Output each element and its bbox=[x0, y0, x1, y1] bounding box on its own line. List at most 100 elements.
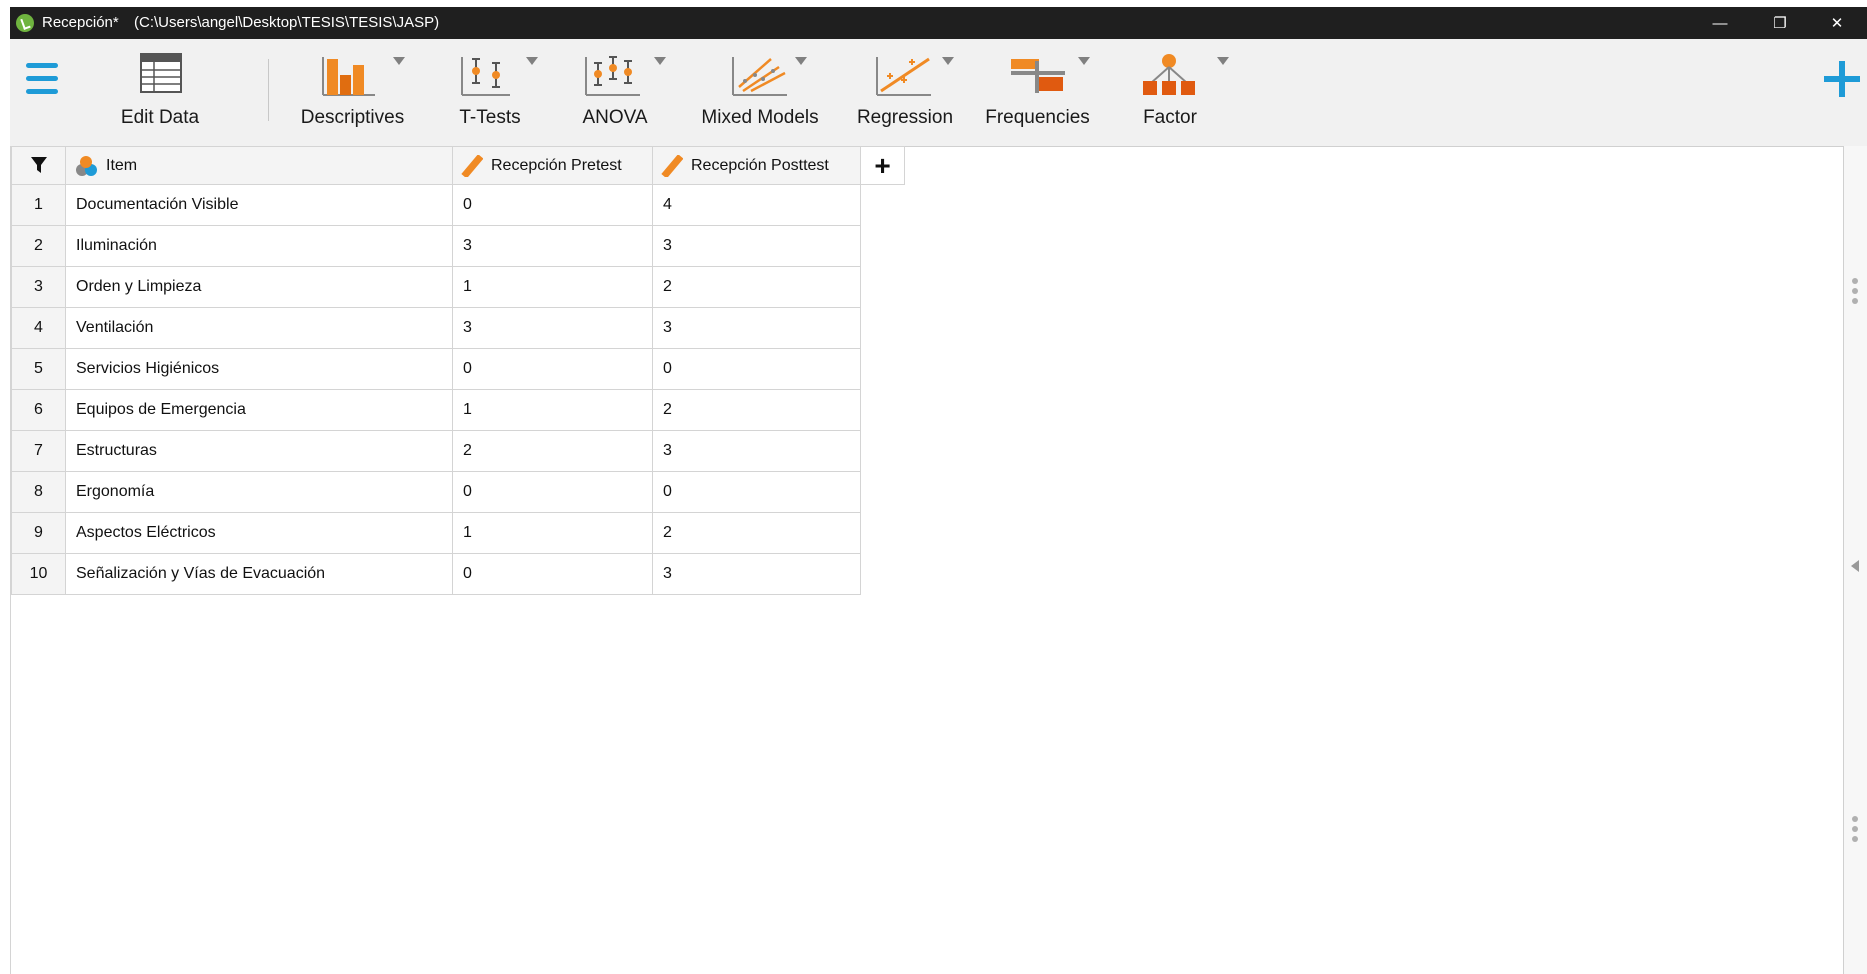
factor-label: Factor bbox=[1143, 107, 1197, 128]
row-number[interactable]: 4 bbox=[11, 307, 66, 349]
table-row: 2 Iluminación 3 3 bbox=[11, 225, 905, 267]
item-cell[interactable]: Iluminación bbox=[65, 225, 453, 267]
chevron-down-icon bbox=[1217, 57, 1229, 65]
posttest-cell[interactable]: 2 bbox=[652, 266, 861, 308]
pretest-cell[interactable]: 1 bbox=[452, 389, 653, 431]
anova-icon bbox=[585, 56, 640, 96]
window-file-path: (C:\Users\angel\Desktop\TESIS\TESIS\JASP… bbox=[134, 14, 440, 31]
regression-label: Regression bbox=[856, 107, 954, 128]
row-number[interactable]: 8 bbox=[11, 471, 66, 513]
column-header-label: Item bbox=[106, 156, 138, 174]
chevron-down-icon bbox=[654, 57, 666, 65]
add-column-button[interactable]: + bbox=[860, 146, 905, 185]
posttest-cell[interactable]: 2 bbox=[652, 512, 861, 554]
grid-header-row: Item Recepción Pretest Recepción Posttes… bbox=[11, 146, 905, 185]
column-header-label: Recepción Posttest bbox=[691, 156, 829, 174]
column-header-label: Recepción Pretest bbox=[491, 156, 622, 174]
frequencies-label: Frequencies bbox=[985, 107, 1090, 128]
row-number[interactable]: 6 bbox=[11, 389, 66, 431]
drag-handle-icon[interactable] bbox=[1852, 816, 1858, 846]
factor-button[interactable]: Factor bbox=[1125, 47, 1229, 139]
descriptives-button[interactable]: Descriptives bbox=[285, 47, 420, 139]
regression-button[interactable]: Regression bbox=[845, 47, 965, 139]
minimize-button[interactable]: — bbox=[1690, 7, 1750, 39]
scale-ruler-icon bbox=[661, 154, 683, 177]
item-cell[interactable]: Ventilación bbox=[65, 307, 453, 349]
restore-icon: ❐ bbox=[1773, 15, 1787, 32]
window-title: Recepción* bbox=[42, 14, 119, 31]
posttest-cell[interactable]: 2 bbox=[652, 389, 861, 431]
scale-ruler-icon bbox=[461, 154, 483, 177]
hamburger-menu-icon bbox=[26, 63, 58, 94]
drag-handle-icon[interactable] bbox=[1852, 278, 1858, 308]
filter-header-cell[interactable] bbox=[11, 146, 66, 185]
posttest-cell[interactable]: 3 bbox=[652, 307, 861, 349]
edit-data-button[interactable]: Edit Data bbox=[110, 47, 210, 139]
factor-icon bbox=[1143, 54, 1195, 95]
hamburger-menu-button[interactable] bbox=[26, 61, 58, 97]
frequencies-button[interactable]: Frequencies bbox=[975, 47, 1100, 139]
item-cell[interactable]: Estructuras bbox=[65, 430, 453, 472]
column-header-item[interactable]: Item bbox=[65, 146, 453, 185]
posttest-cell[interactable]: 3 bbox=[652, 553, 861, 595]
table-row: 9 Aspectos Eléctricos 1 2 bbox=[11, 512, 905, 554]
chevron-down-icon bbox=[1078, 57, 1090, 65]
pretest-cell[interactable]: 0 bbox=[452, 348, 653, 390]
pretest-cell[interactable]: 1 bbox=[452, 512, 653, 554]
grid-body: 1 Documentación Visible 0 4 2 Iluminación 3 3 3 O… bbox=[11, 184, 905, 595]
item-cell[interactable]: Señalización y Vías de Evacuación bbox=[65, 553, 453, 595]
row-number[interactable]: 10 bbox=[11, 553, 66, 595]
add-module-button[interactable] bbox=[1824, 61, 1860, 97]
pretest-cell[interactable]: 3 bbox=[452, 225, 653, 267]
row-number[interactable]: 3 bbox=[11, 266, 66, 308]
posttest-cell[interactable]: 3 bbox=[652, 430, 861, 472]
results-panel-splitter[interactable] bbox=[1843, 146, 1867, 974]
chevron-down-icon bbox=[526, 57, 538, 65]
row-number[interactable]: 2 bbox=[11, 225, 66, 267]
posttest-cell[interactable]: 0 bbox=[652, 348, 861, 390]
item-cell[interactable]: Equipos de Emergencia bbox=[65, 389, 453, 431]
row-number[interactable]: 7 bbox=[11, 430, 66, 472]
item-cell[interactable]: Aspectos Eléctricos bbox=[65, 512, 453, 554]
table-row: 5 Servicios Higiénicos 0 0 bbox=[11, 348, 905, 390]
bar-chart-icon bbox=[322, 57, 375, 96]
pretest-cell[interactable]: 3 bbox=[452, 307, 653, 349]
minimize-icon: — bbox=[1712, 14, 1728, 32]
expand-arrow-icon[interactable] bbox=[1851, 560, 1859, 572]
chevron-down-icon bbox=[942, 57, 954, 65]
item-cell[interactable]: Servicios Higiénicos bbox=[65, 348, 453, 390]
close-button[interactable]: ✕ bbox=[1807, 7, 1867, 39]
pretest-cell[interactable]: 0 bbox=[452, 553, 653, 595]
regression-icon bbox=[876, 57, 931, 96]
anova-label: ANOVA bbox=[582, 107, 648, 128]
column-header-posttest[interactable]: Recepción Posttest bbox=[652, 146, 861, 185]
row-number[interactable]: 9 bbox=[11, 512, 66, 554]
posttest-cell[interactable]: 3 bbox=[652, 225, 861, 267]
restore-button[interactable]: ❐ bbox=[1750, 7, 1810, 39]
mixed-models-button[interactable]: Mixed Models bbox=[685, 47, 835, 139]
edit-data-label: Edit Data bbox=[120, 107, 200, 128]
pretest-cell[interactable]: 0 bbox=[452, 184, 653, 226]
posttest-cell[interactable]: 0 bbox=[652, 471, 861, 513]
item-cell[interactable]: Documentación Visible bbox=[65, 184, 453, 226]
nominal-text-icon bbox=[76, 155, 97, 176]
row-number[interactable]: 5 bbox=[11, 348, 66, 390]
mixed-models-icon bbox=[732, 57, 787, 96]
row-number[interactable]: 1 bbox=[11, 184, 66, 226]
posttest-cell[interactable]: 4 bbox=[652, 184, 861, 226]
pretest-cell[interactable]: 2 bbox=[452, 430, 653, 472]
jasp-app-icon bbox=[16, 14, 34, 32]
t-tests-button[interactable]: T-Tests bbox=[440, 47, 540, 139]
spreadsheet-icon bbox=[140, 53, 182, 93]
title-bar: Recepción* (C:\Users\angel\Desktop\TESIS… bbox=[10, 7, 1867, 39]
column-header-pretest[interactable]: Recepción Pretest bbox=[452, 146, 653, 185]
table-row: 1 Documentación Visible 0 4 bbox=[11, 184, 905, 226]
item-cell[interactable]: Orden y Limpieza bbox=[65, 266, 453, 308]
toolbar-separator bbox=[268, 59, 269, 121]
descriptives-label: Descriptives bbox=[300, 107, 405, 128]
filter-icon bbox=[30, 157, 47, 174]
pretest-cell[interactable]: 0 bbox=[452, 471, 653, 513]
pretest-cell[interactable]: 1 bbox=[452, 266, 653, 308]
item-cell[interactable]: Ergonomía bbox=[65, 471, 453, 513]
anova-button[interactable]: ANOVA bbox=[560, 47, 670, 139]
